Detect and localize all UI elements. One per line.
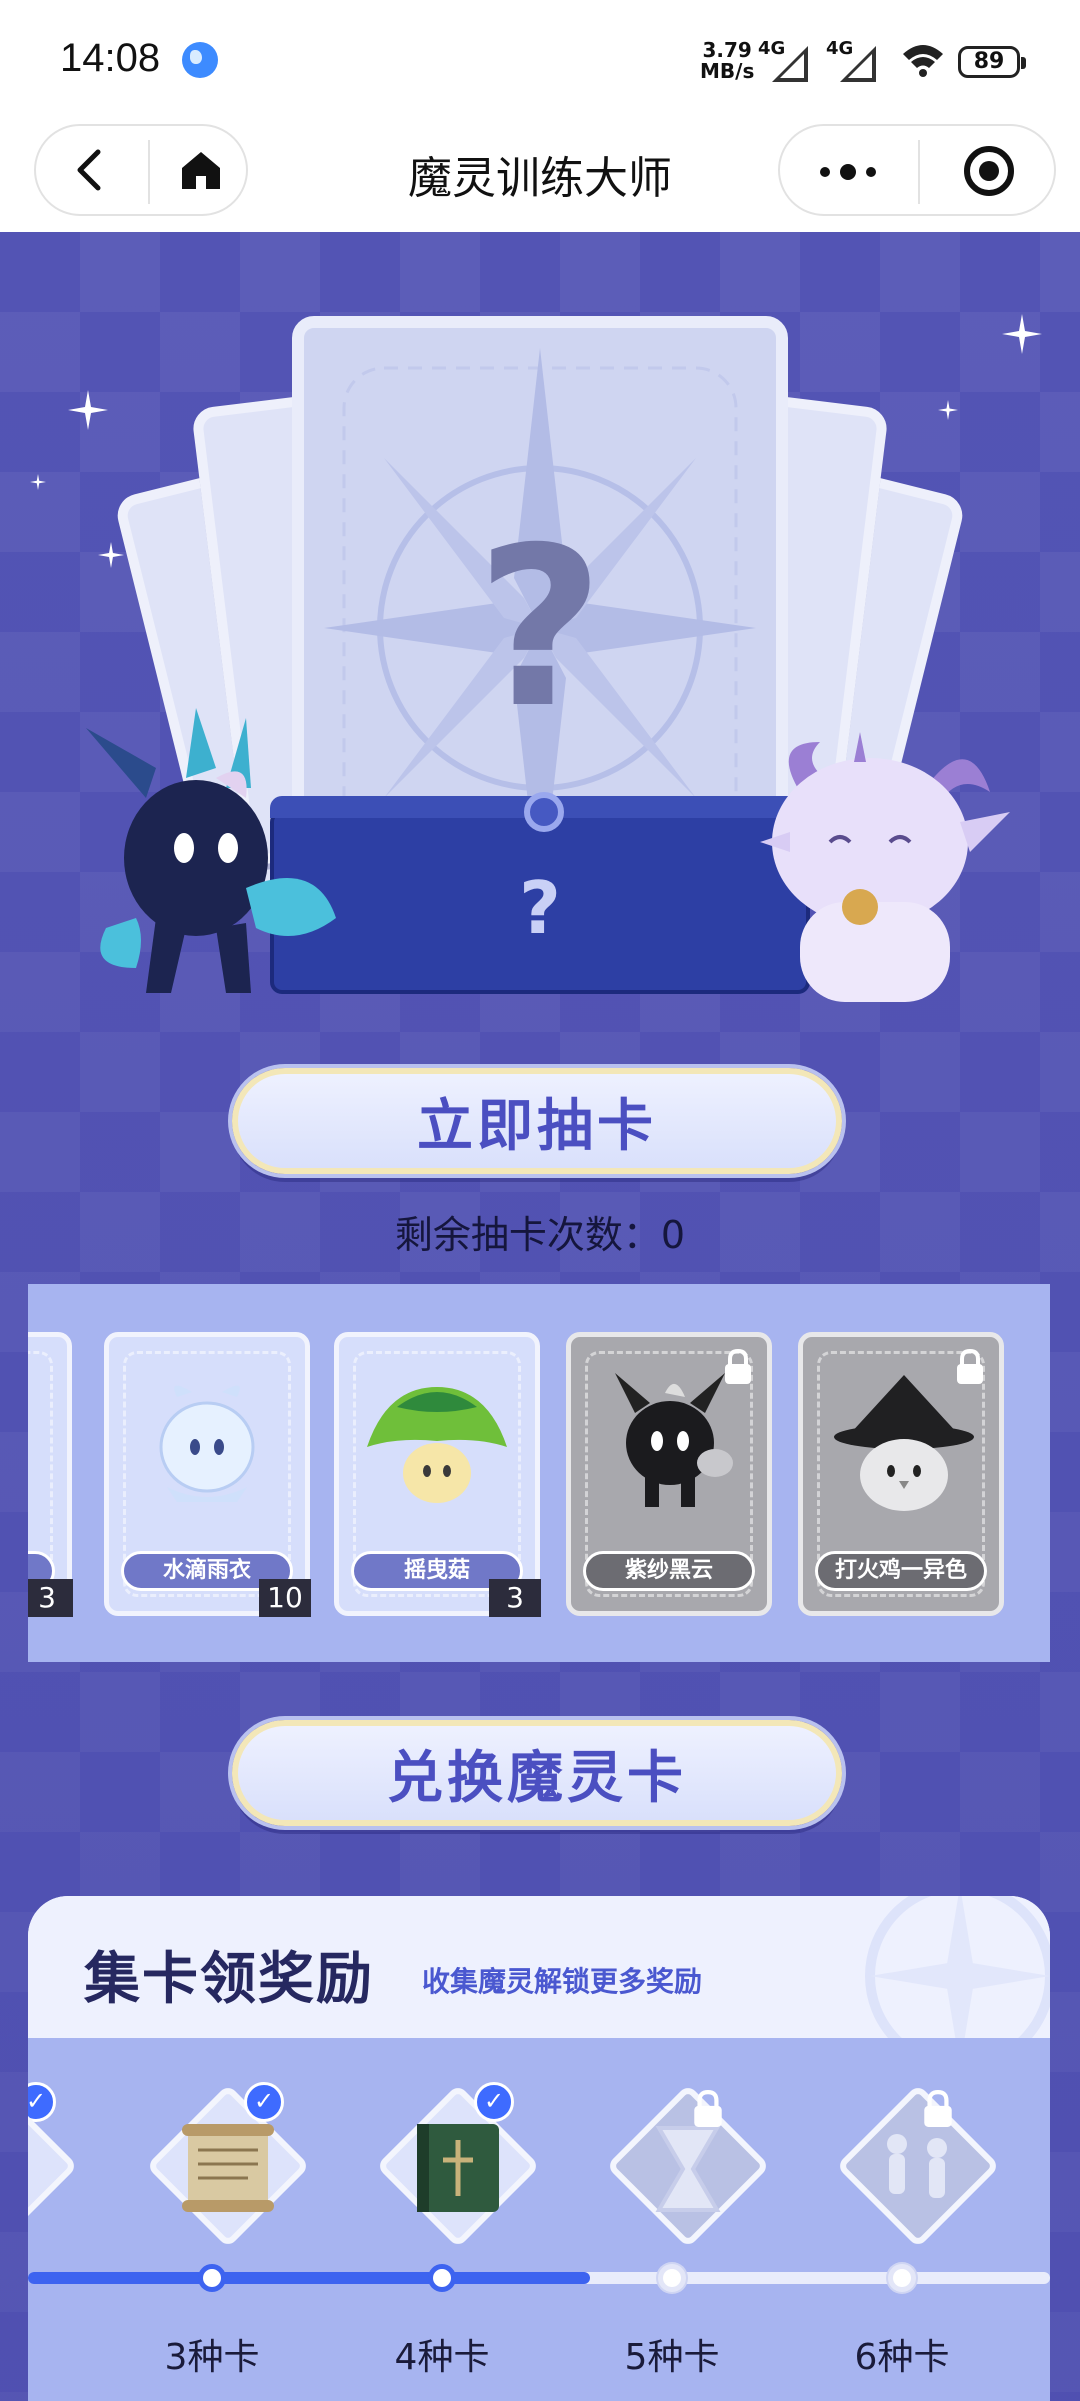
page-title: 魔灵训练大师 (408, 153, 672, 204)
progress-node (658, 2264, 686, 2292)
dark-creature-mascot (86, 708, 336, 993)
goat-creature-mascot (760, 732, 1010, 1002)
network-speed: 3.79 MB/s (700, 40, 754, 82)
nav-left-capsule (34, 124, 248, 216)
card-count: 10 (259, 1579, 311, 1617)
sparkle-icon (1002, 314, 1042, 354)
book-icon (417, 2124, 499, 2212)
sparkle-icon (938, 400, 958, 420)
card-name: 紫纱黑云 (583, 1551, 755, 1591)
card-collection-strip[interactable]: 3 水滴雨衣 10 摇曳菇 3 紫纱黑云 打火鸡一异色 (28, 1284, 1050, 1662)
decorative-emblem (865, 1896, 1050, 2038)
target-icon[interactable] (964, 146, 1014, 196)
network-speed-unit: MB/s (700, 59, 755, 83)
signal-icon-1: 4G (758, 38, 814, 82)
network-speed-value: 3.79 (702, 38, 752, 62)
progress-node (198, 2264, 226, 2292)
lock-icon (694, 2090, 722, 2127)
exchange-card-button[interactable]: 兑换魔灵卡 (232, 1720, 842, 1826)
progress-node (428, 2264, 456, 2292)
back-button[interactable] (36, 126, 142, 214)
collection-card[interactable]: 3 (28, 1332, 73, 1617)
progress-fill (28, 2272, 591, 2284)
collection-card[interactable]: 摇曳菇 3 (334, 1332, 541, 1617)
step-label: 3种卡 (164, 2337, 260, 2378)
step-label: 5种卡 (624, 2337, 720, 2378)
nav-bar: 魔灵训练大师 (0, 120, 1080, 232)
collection-card-locked[interactable]: 紫纱黑云 (566, 1332, 772, 1616)
sparkle-icon (98, 542, 124, 568)
rewards-title: 集卡领奖励 (84, 1947, 374, 2012)
step-label: 4种卡 (394, 2337, 490, 2378)
remaining-draws: 剩余抽卡次数：0 (0, 1204, 1080, 1259)
battery-icon: 89 (958, 46, 1026, 78)
status-bar: 14:08 3.79 MB/s 4G 4G 89 (0, 0, 1080, 120)
draw-card-button[interactable]: 立即抽卡 (232, 1068, 842, 1174)
card-count: 3 (28, 1579, 73, 1617)
scroll-icon (182, 2124, 274, 2212)
signal-icon-2: 4G (826, 38, 882, 82)
home-button[interactable] (148, 126, 254, 214)
check-icon: ✓ (28, 2082, 56, 2122)
wifi-icon (903, 45, 943, 77)
raindrop-creature-art (159, 1385, 255, 1502)
main-content: ? ? 立即抽卡 剩余抽卡次数：0 3 水滴雨衣 10 摇曳菇 3 紫纱黑云 打… (0, 232, 1080, 2401)
remaining-draws-label: 剩余抽卡次数： (394, 1213, 661, 1257)
chevron-left-icon (77, 149, 101, 191)
rewards-track: ✓ ✓ ✓ 3种卡 4种卡 5种卡 6种卡 (28, 2038, 1050, 2401)
more-dots-icon[interactable] (820, 164, 876, 180)
card-count: 3 (489, 1579, 541, 1617)
hourglass-icon (655, 2126, 721, 2212)
draw-card-label: 立即抽卡 (417, 1093, 657, 1159)
question-mark: ? (476, 500, 604, 756)
home-icon (182, 152, 220, 189)
figures-icon (887, 2134, 947, 2198)
check-icon: ✓ (244, 2082, 284, 2122)
globe-icon (182, 42, 218, 78)
envelope-clasp (524, 792, 564, 832)
remaining-draws-value: 0 (660, 1213, 686, 1257)
witch-chicken-creature-art (834, 1375, 974, 1511)
rewards-subtitle: 收集魔灵解锁更多奖励 (422, 1965, 703, 1998)
sparkle-icon (68, 390, 108, 430)
lock-icon (924, 2090, 952, 2127)
rewards-header: 集卡领奖励 收集魔灵解锁更多奖励 (28, 1896, 1050, 2038)
collection-card-locked[interactable]: 打火鸡一异色 (798, 1332, 1004, 1616)
exchange-card-label: 兑换魔灵卡 (387, 1745, 687, 1811)
progress-node (888, 2264, 916, 2292)
collection-rewards-panel: 集卡领奖励 收集魔灵解锁更多奖励 ✓ ✓ ✓ 3种卡 4种卡 5种卡 6种卡 (28, 1896, 1050, 2401)
step-label: 6种卡 (854, 2337, 950, 2378)
nav-right-capsule (778, 124, 1056, 216)
sparkle-icon (30, 474, 46, 490)
black-cloud-creature-art (615, 1373, 733, 1507)
check-icon: ✓ (474, 2082, 514, 2122)
status-time: 14:08 (60, 36, 161, 80)
card-name: 打火鸡一异色 (815, 1551, 987, 1591)
mushroom-creature-art (367, 1387, 507, 1503)
collection-card[interactable]: 水滴雨衣 10 (104, 1332, 311, 1617)
